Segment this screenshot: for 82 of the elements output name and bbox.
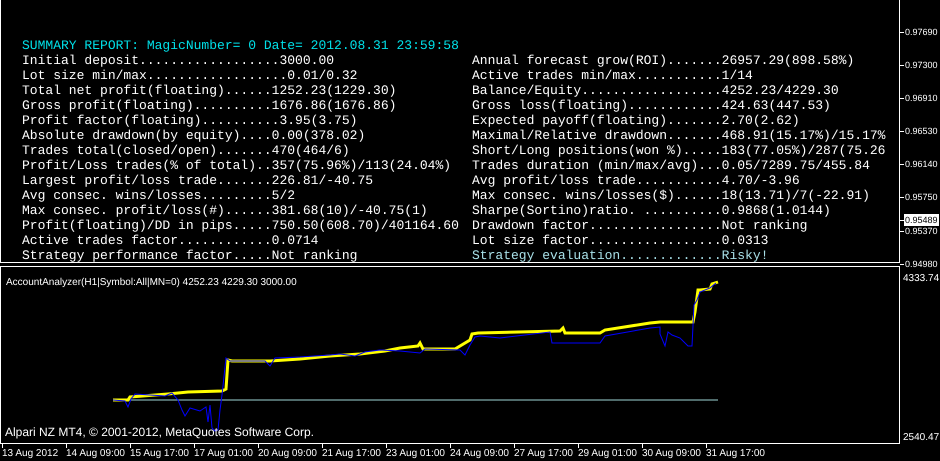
report-value: 2.70(2.62) [722,113,800,128]
report-value: 1676.86(1676.86) [272,98,396,113]
report-value: 357(75.96%)/113(24.04%) [272,158,452,173]
report-value: 3.95(3.75) [279,113,358,128]
report-value: Not ranking [722,218,808,233]
report-value: 4.70/-3.96 [722,173,800,188]
report-value: 3000.00 [279,53,334,68]
time-axis-label: 29 Aug 01:00 [578,448,638,460]
report-label: Avg profit/loss trade........... [472,173,722,188]
report-value: 381.68(10)/-40.75(1) [272,203,428,218]
time-axis-label: 15 Aug 17:00 [130,448,190,460]
price-axis-label: 0.94980 [904,258,938,270]
report-label: Strategy evaluation............. [472,248,722,263]
report-label: Initial deposit.................. [22,53,280,68]
report-label: Profit(floating)/DD in pips..... [22,218,272,233]
time-axis-label: 21 Aug 17:00 [322,448,382,460]
price-axis-label: 0.97300 [904,59,938,71]
report-label: Trades duration (min/max/avg)... [472,158,722,173]
current-price-label: 0.95489 [904,214,939,226]
report-value: 468.91(15.17%)/15.17% [722,128,886,143]
report-value: 226.81/-40.75 [272,173,374,188]
report-label: Max consec. wins/losses($)...... [472,188,722,203]
report-label: Sharpe(Sortino)ratio. .......... [472,203,722,218]
report-label: Maximal/Relative drawdown....... [472,128,722,143]
report-label: Profit/Loss trades(% of total).. [22,158,272,173]
price-axis-label: 0.97690 [904,26,938,38]
price-axis-label: 0.95750 [904,191,938,203]
report-value: 424.63(447.53) [722,98,831,113]
report-header: SUMMARY REPORT: MagicNumber= 0 Date= 2012.08.31 23:59:58 [22,38,460,53]
report-value: 0.01/0.32 [287,68,358,83]
report-label: Expected payoff(floating)....... [472,113,722,128]
report-value: 0.9868(1.0144) [722,203,831,218]
time-axis-label: 23 Aug 01:00 [386,448,446,460]
report-label: Trades total(closed/open)....... [22,143,272,158]
report-label: Short/Long positions(won %)..... [472,143,722,158]
indicator-axis-label: 4333.74 [902,272,940,285]
report-value: 0.05/7289.75/455.84 [722,158,870,173]
report-value: 0.0313 [722,233,768,248]
price-axis-label: 0.96910 [904,92,938,104]
report-label: Lot size factor................. [472,233,722,248]
report-label: Profit factor(floating).......... [22,113,280,128]
report-label: Balance/Equity.................. [472,83,722,98]
copyright-text: Alpari NZ MT4, © 2001-2012, MetaQuotes Software Corp. [5,424,314,441]
report-label: Gross profit(floating).......... [22,98,272,113]
report-label: Gross loss(floating)............ [472,98,722,113]
time-axis-label: 24 Aug 09:00 [450,448,510,460]
time-axis-label: 17 Aug 01:00 [194,448,254,460]
time-axis-label: 30 Aug 09:00 [642,448,702,460]
time-axis-label: 13 Aug 2012 [2,448,60,460]
report-label: Largest profit/loss trade....... [22,173,272,188]
report-label: Avg consec. wins/losses......... [22,188,272,203]
report-value: 750.50(608.70)/401164.60 [272,218,459,233]
price-axis-label: 0.95370 [904,225,938,237]
report-value: Risky! [722,248,768,263]
report-value: 183(77.05%)/287(75.26 [722,143,886,158]
report-label: Absolute drawdown(by equity).... [22,128,272,143]
price-axis-label: 0.96140 [904,158,938,170]
time-axis-label: 20 Aug 09:00 [258,448,318,460]
time-axis-label: 31 Aug 17:00 [706,448,766,460]
report-value: 0.00(378.02) [272,128,366,143]
report-label: Strategy performance factor..... [22,248,272,263]
time-axis-label: 14 Aug 09:00 [66,448,126,460]
price-axis-label: 0.96530 [904,125,938,137]
report-label: Drawdown factor................. [472,218,722,233]
report-value: 26957.29(898.58%) [722,53,854,68]
report-label: Active trades min/max........... [472,68,722,83]
report-label: Total net profit(floating)...... [22,83,272,98]
report-label: Max consec. profit/loss(#)...... [22,203,272,218]
report-value: 5/2 [272,188,296,203]
report-value: Not ranking [272,248,358,263]
report-value: 18(13.71)/7(-22.91) [722,188,870,203]
report-value: 0.0714 [272,233,318,248]
report-value: 1/14 [722,68,753,83]
time-axis-label: 27 Aug 17:00 [514,448,574,460]
report-label: Lot size min/max.................. [22,68,288,83]
report-value: 1252.23(1229.30) [272,83,396,98]
report-label: Active trades factor............ [22,233,272,248]
indicator-title: AccountAnalyzer(H1|Symbol:All|MN=0) 4252.23 4229.30 3000.00 [6,276,297,290]
report-label: Annual forecast grow(ROI)....... [472,53,722,68]
indicator-axis-label: 2540.47 [902,431,940,444]
report-value: 4252.23/4229.30 [722,83,839,98]
report-value: 470(464/6) [272,143,350,158]
